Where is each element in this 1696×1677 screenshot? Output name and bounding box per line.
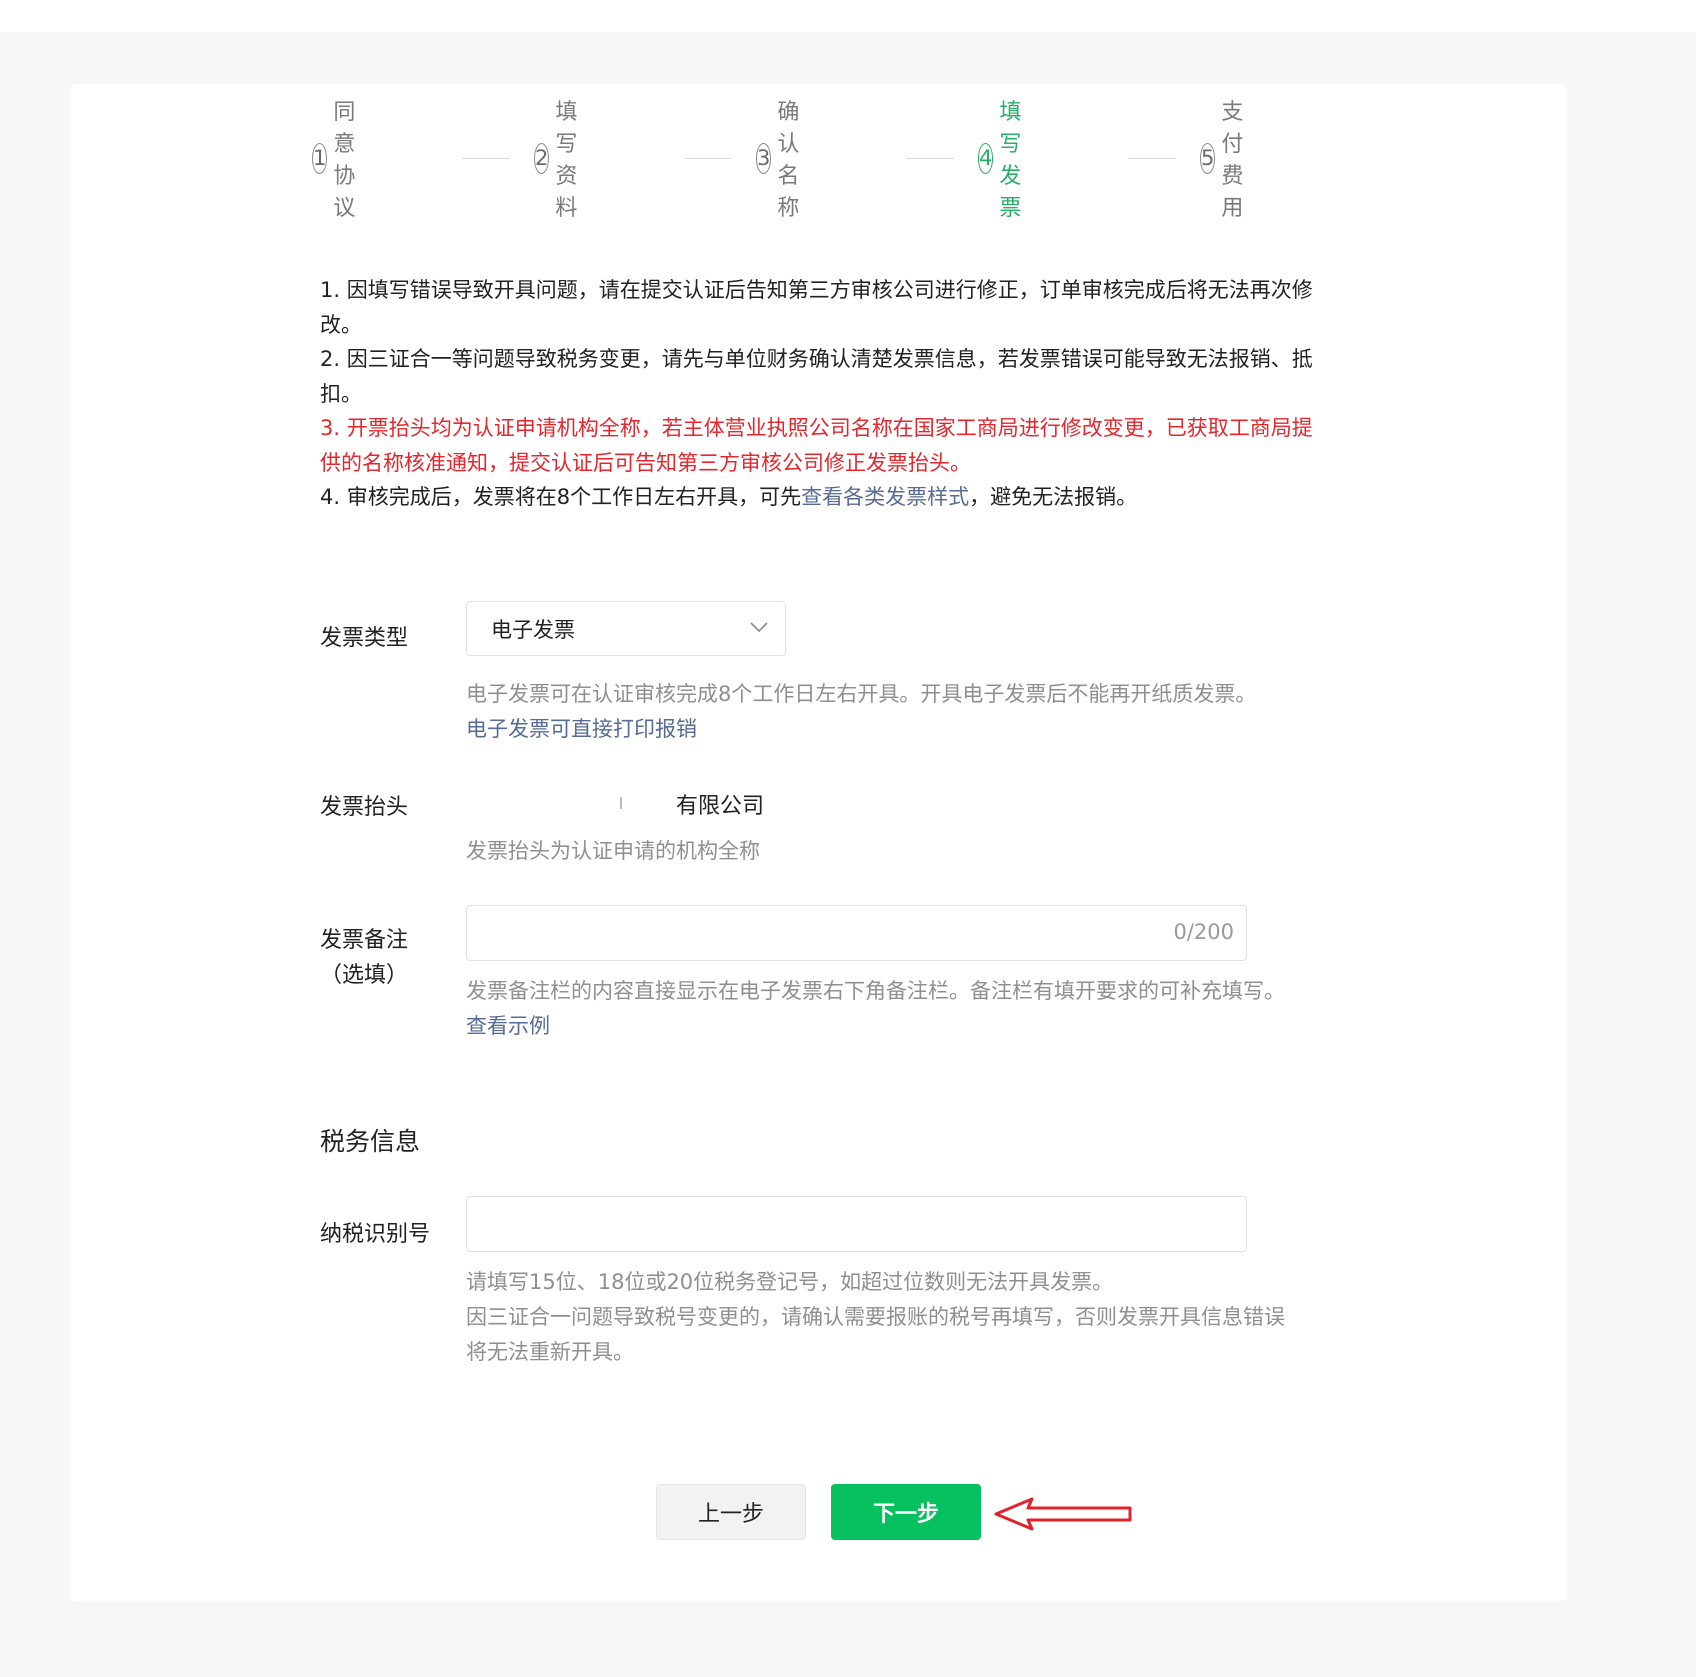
redaction-mark <box>620 797 622 809</box>
invoice-type-hint-text: 电子发票可在认证审核完成8个工作日左右开具。开具电子发票后不能再开纸质发票。 <box>466 682 1257 706</box>
notice-line-2: 2. 因三证合一等问题导致税务变更，请先与单位财务确认清楚发票信息，若发票错误可… <box>320 347 1313 406</box>
step-2-label: 填写资料 <box>555 100 578 221</box>
step-1[interactable]: 1 同意协议 <box>312 100 371 221</box>
step-5-label: 支付费用 <box>1221 100 1244 221</box>
step-2-number: 2 <box>534 142 550 174</box>
remark-input[interactable]: 0/200 <box>466 905 1247 961</box>
tax-id-input[interactable] <box>466 1196 1247 1252</box>
step-connector <box>462 158 510 159</box>
notice-line-3-warning: 3. 开票抬头均为认证申请机构全称，若主体营业执照公司名称在国家工商局进行修改变… <box>320 416 1313 475</box>
step-4-number: 4 <box>978 142 994 174</box>
next-step-button[interactable]: 下一步 <box>831 1484 981 1540</box>
step-5-number: 5 <box>1200 142 1216 174</box>
invoice-type-label: 发票类型 <box>320 626 409 651</box>
step-3[interactable]: 3 确认名称 <box>756 100 815 221</box>
red-arrow-icon <box>994 1497 1132 1531</box>
notice-block: 1. 因填写错误导致开具问题，请在提交认证后告知第三方审核公司进行修正，订单审核… <box>320 273 1320 515</box>
tax-id-label: 纳税识别号 <box>320 1222 431 1247</box>
step-4-active[interactable]: 4 填写发票 <box>978 100 1037 221</box>
step-3-label: 确认名称 <box>777 100 800 221</box>
step-5[interactable]: 5 支付费用 <box>1200 100 1259 221</box>
step-connector <box>906 158 954 159</box>
remark-label-text: 发票备注 <box>320 928 409 953</box>
notice-line-4: 4. 审核完成后，发票将在8个工作日左右开具，可先查看各类发票样式，避免无法报销… <box>320 480 1320 515</box>
remark-label: 发票备注 （选填） <box>320 923 408 993</box>
tax-section-title: 税务信息 <box>320 1127 421 1156</box>
print-reimburse-link[interactable]: 电子发票可直接打印报销 <box>466 712 1256 747</box>
view-invoice-samples-link[interactable]: 查看各类发票样式 <box>801 485 969 509</box>
step-1-number: 1 <box>312 142 328 174</box>
invoice-title-label: 发票抬头 <box>320 795 409 820</box>
top-bar <box>0 0 1696 32</box>
invoice-type-hint: 电子发票可在认证审核完成8个工作日左右开具。开具电子发票后不能再开纸质发票。 电… <box>466 677 1256 747</box>
step-2[interactable]: 2 填写资料 <box>534 100 593 221</box>
remark-hint: 发票备注栏的内容直接显示在电子发票右下角备注栏。备注栏有填开要求的可补充填写。 … <box>466 974 1285 1044</box>
invoice-title-hint: 发票抬头为认证申请的机构全称 <box>466 839 760 863</box>
invoice-title-value: 有限公司 <box>676 794 765 819</box>
invoice-type-select[interactable]: 电子发票 <box>466 601 786 656</box>
step-4-label: 填写发票 <box>999 100 1022 221</box>
step-connector <box>1128 158 1176 159</box>
notice-line-1: 1. 因填写错误导致开具问题，请在提交认证后告知第三方审核公司进行修正，订单审核… <box>320 278 1313 337</box>
tax-id-hint-line-1: 请填写15位、18位或20位税务登记号，如超过位数则无法开具发票。 <box>466 1270 1114 1294</box>
chevron-down-icon <box>750 622 768 633</box>
tax-id-hint: 请填写15位、18位或20位税务登记号，如超过位数则无法开具发票。 因三证合一问… <box>466 1265 1285 1370</box>
view-example-link[interactable]: 查看示例 <box>466 1009 1285 1044</box>
invoice-type-value: 电子发票 <box>491 617 575 642</box>
notice-line-4-prefix: 4. 审核完成后，发票将在8个工作日左右开具，可先 <box>320 485 802 509</box>
step-connector <box>684 158 732 159</box>
step-3-number: 3 <box>756 142 772 174</box>
notice-line-4-suffix: ，避免无法报销。 <box>969 485 1138 509</box>
remark-optional-text: （选填） <box>320 963 409 988</box>
prev-step-button[interactable]: 上一步 <box>656 1484 806 1540</box>
step-1-label: 同意协议 <box>333 100 356 221</box>
remark-hint-text: 发票备注栏的内容直接显示在电子发票右下角备注栏。备注栏有填开要求的可补充填写。 <box>466 979 1285 1003</box>
tax-id-hint-line-3: 将无法重新开具。 <box>466 1340 634 1364</box>
tax-id-hint-line-2: 因三证合一问题导致税号变更的，请确认需要报账的税号再填写，否则发票开具信息错误 <box>466 1305 1285 1329</box>
remark-char-counter: 0/200 <box>1173 920 1234 944</box>
